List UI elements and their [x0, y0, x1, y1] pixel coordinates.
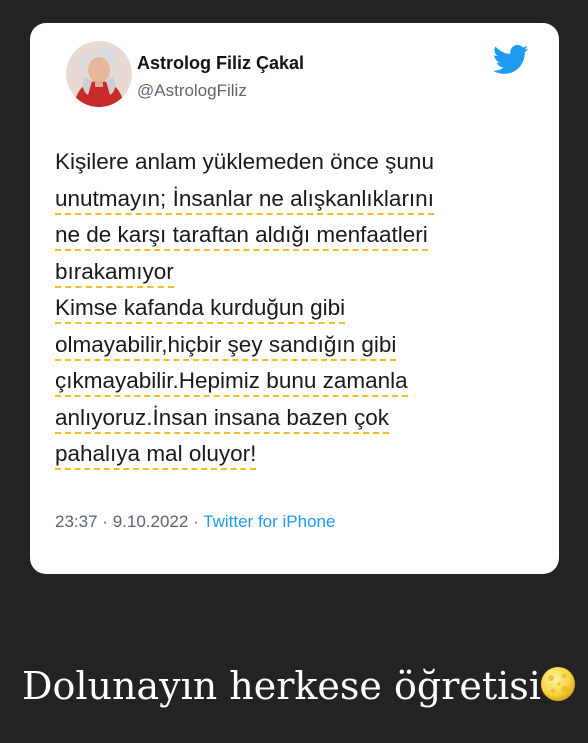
tweet-metadata: 23:37 · 9.10.2022 · Twitter for iPhone	[55, 512, 335, 532]
highlighted-text: pahalıya mal oluyor!	[55, 441, 257, 470]
avatar[interactable]	[66, 41, 132, 107]
tweet-line: unutmayın; İnsanlar ne alışkanlıklarını	[55, 181, 550, 218]
tweet-line: Kimse kafanda kurduğun gibi	[55, 290, 550, 327]
highlighted-text: anlıyoruz.İnsan insana bazen çok	[55, 404, 389, 434]
tweet-line: pahalıya mal oluyor!	[55, 436, 550, 473]
tweet-line: bırakamıyor	[55, 254, 550, 291]
tweet-date[interactable]: 9.10.2022	[113, 512, 189, 531]
author-handle[interactable]: @AstrologFiliz	[137, 81, 247, 101]
tweet-card[interactable]: Astrolog Filiz Çakal @AstrologFiliz Kişi…	[30, 23, 559, 574]
tweet-line: olmayabilir,hiçbir şey sandığın gibi	[55, 327, 550, 364]
highlighted-text: unutmayın; İnsanlar ne alışkanlıklarını	[55, 185, 434, 215]
tweet-line: Kişilere anlam yüklemeden önce şunu	[55, 149, 434, 174]
meta-separator: ·	[193, 512, 199, 531]
tweet-line: anlıyoruz.İnsan insana bazen çok	[55, 400, 550, 437]
highlighted-text: Kimse kafanda kurduğun gibi	[55, 295, 346, 324]
meta-separator: ·	[102, 512, 108, 531]
full-moon-face-emoji	[541, 667, 575, 701]
highlighted-text: ne de karşı taraftan aldığı menfaatleri	[55, 222, 428, 251]
highlighted-text: olmayabilir,hiçbir şey sandığın gibi	[55, 331, 397, 361]
tweet-source-link[interactable]: Twitter for iPhone	[203, 512, 335, 531]
story-caption: Dolunayın herkese öğretisi	[22, 664, 541, 708]
avatar-image	[66, 41, 132, 107]
tweet-time[interactable]: 23:37	[55, 512, 98, 531]
highlighted-text: bırakamıyor	[55, 258, 174, 288]
tweet-line: ne de karşı taraftan aldığı menfaatleri	[55, 217, 550, 254]
tweet-text: Kişilere anlam yüklemeden önce şunu unut…	[55, 144, 550, 473]
highlighted-text: çıkmayabilir.Hepimiz bunu zamanla	[55, 368, 408, 397]
tweet-line: çıkmayabilir.Hepimiz bunu zamanla	[55, 363, 550, 400]
author-name[interactable]: Astrolog Filiz Çakal	[137, 53, 304, 74]
twitter-bird-icon[interactable]	[493, 45, 529, 75]
